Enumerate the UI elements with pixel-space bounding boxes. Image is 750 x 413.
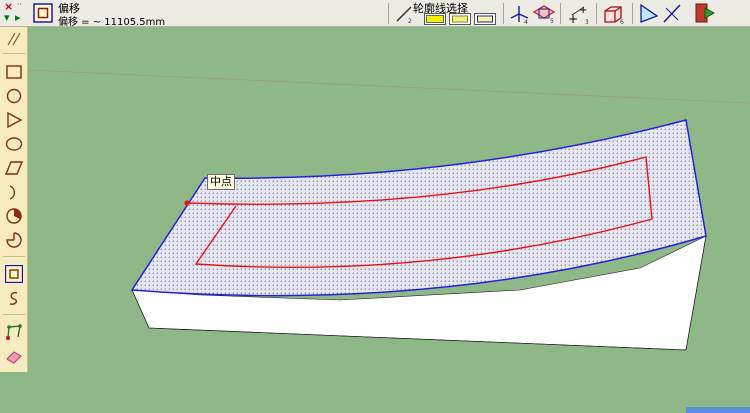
ellipse-tool-icon[interactable] [5, 135, 23, 153]
offset-tool-icon[interactable] [33, 3, 53, 23]
freehand-tool-icon[interactable] [5, 289, 23, 307]
measurement-label: 偏移 = ~ 11105.5mm [58, 17, 166, 28]
triangle-view-icon[interactable] [638, 2, 660, 24]
svg-text:6: 6 [620, 19, 624, 25]
toolbar-separator [596, 3, 597, 24]
yellow-outline-icon[interactable] [449, 13, 471, 25]
svg-text:3: 3 [585, 19, 589, 25]
svg-text:2: 2 [408, 18, 412, 24]
parallelogram-tool-icon[interactable] [5, 159, 23, 177]
palette-separator [3, 256, 25, 257]
line-tool-icon[interactable] [5, 30, 23, 48]
midpoint-inference-dot [184, 200, 190, 206]
svg-text:+: + [579, 5, 587, 16]
rectangle-tool-icon[interactable] [5, 63, 23, 81]
palette-separator [3, 314, 25, 315]
palette-separator [3, 53, 25, 54]
plus-icon[interactable]: + + 3 [566, 3, 590, 25]
section-outline-icon[interactable] [474, 13, 496, 25]
polygon-tool-icon[interactable] [5, 111, 23, 129]
box-icon[interactable]: 6 [601, 3, 625, 25]
offset-tool-icon[interactable] [5, 265, 23, 283]
toolbar-separator [388, 3, 389, 24]
yellow-fill-icon[interactable] [424, 13, 446, 25]
pie-tool-icon[interactable] [5, 207, 23, 225]
accept-button[interactable]: ▾ [4, 11, 10, 24]
line-cross-icon[interactable] [661, 2, 683, 24]
axes-icon[interactable]: 4 [508, 3, 530, 25]
exit-icon[interactable] [694, 2, 716, 24]
toolbar-separator [632, 3, 633, 24]
inference-tooltip: 中点 [207, 174, 235, 190]
section-plane-icon[interactable]: 5 [532, 2, 556, 24]
tool-palette [0, 27, 28, 372]
eraser-icon[interactable] [5, 347, 23, 365]
menu-marker: ·· [17, 0, 23, 9]
circle-tool-icon[interactable] [5, 87, 23, 105]
arc-sector-tool-icon[interactable] [5, 231, 23, 249]
model-viewport[interactable] [28, 27, 750, 413]
svg-text:+: + [568, 12, 578, 25]
play-button[interactable]: ▸ [15, 11, 21, 24]
status-bar-edge [686, 407, 750, 413]
svg-text:5: 5 [550, 18, 554, 24]
svg-text:4: 4 [524, 19, 528, 25]
toolbar-separator [560, 3, 561, 24]
pencil-line-icon[interactable]: 2 [394, 4, 414, 24]
toolbar-separator [503, 3, 504, 24]
move-vertices-icon[interactable] [5, 323, 23, 341]
arc-tool-icon[interactable] [5, 183, 23, 201]
top-toolbar: × ·· ▾ ▸ 偏移 偏移 = ~ 11105.5mm 2 轮廓线选择 4 5 [0, 0, 750, 28]
